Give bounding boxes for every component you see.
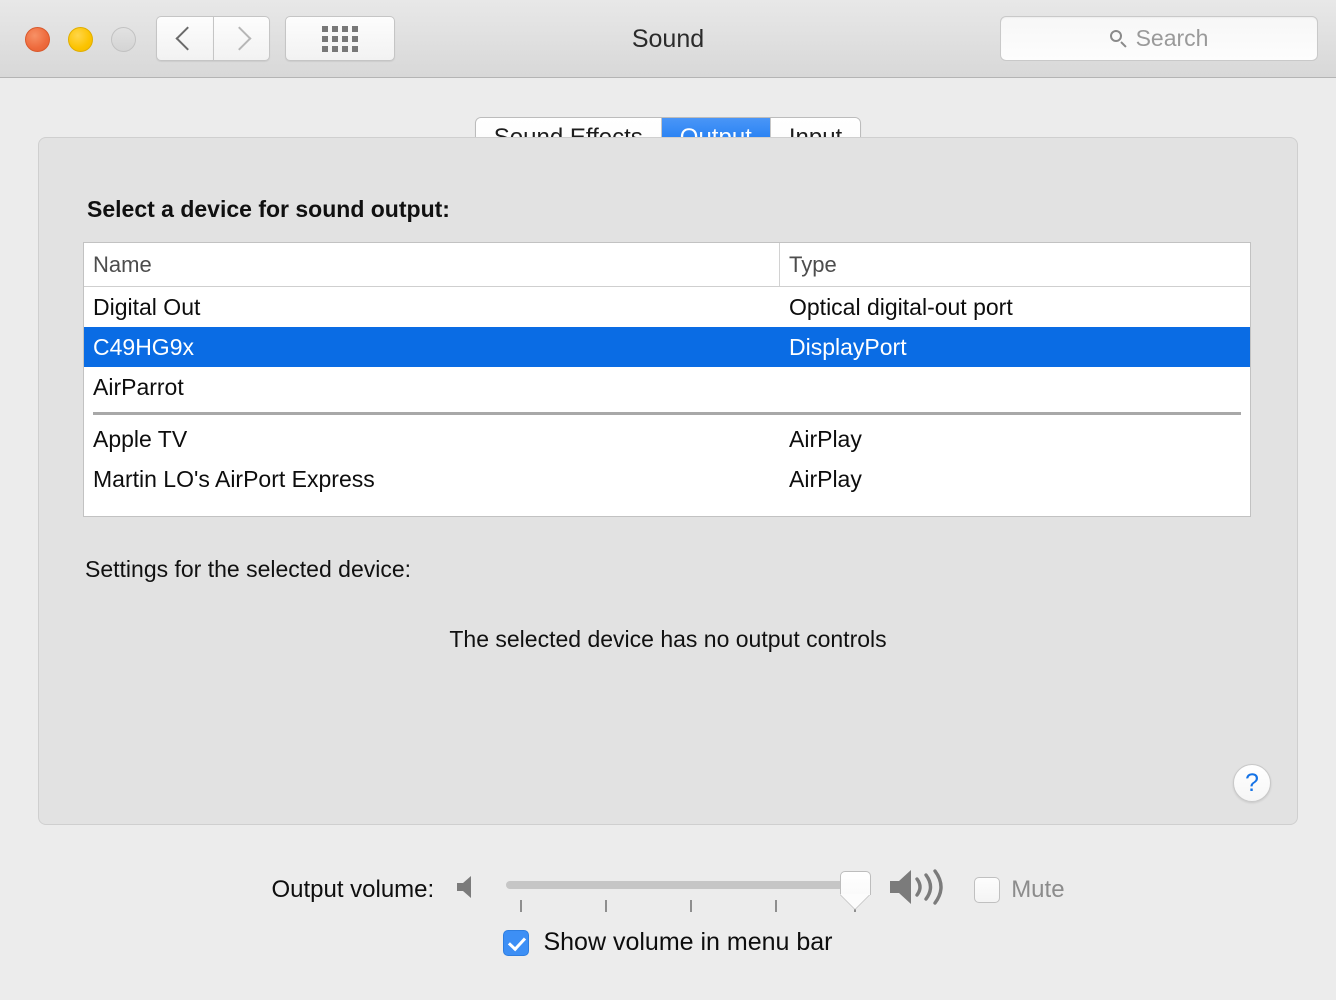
device-name: Apple TV	[93, 425, 188, 452]
grid-icon	[322, 25, 358, 52]
table-row[interactable]: Apple TV AirPlay	[84, 419, 1250, 459]
output-volume-label: Output volume:	[271, 875, 435, 903]
slider-thumb[interactable]	[840, 870, 872, 909]
device-type: DisplayPort	[789, 333, 907, 360]
section-title: Select a device for sound output:	[87, 196, 450, 222]
close-button-icon[interactable]	[25, 27, 50, 52]
speaker-mute-icon	[452, 872, 482, 907]
speaker-loud-icon	[886, 866, 952, 913]
device-name: Martin LO's AirPort Express	[93, 465, 375, 492]
output-panel: Select a device for sound output: Name T…	[38, 137, 1298, 825]
search-input[interactable]: Search	[1000, 16, 1318, 61]
back-button[interactable]	[156, 16, 213, 61]
help-button[interactable]: ?	[1233, 764, 1271, 802]
table-empty-space	[84, 499, 1250, 516]
zoom-button-icon	[111, 27, 136, 52]
column-header-type[interactable]: Type	[780, 243, 1250, 286]
table-row[interactable]: AirParrot	[84, 367, 1250, 407]
table-group-separator	[84, 407, 1250, 419]
sound-preferences-window: Sound Search Sound Effects Output Input …	[0, 0, 1336, 1000]
mute-label: Mute	[1011, 875, 1065, 903]
device-name: Digital Out	[93, 293, 201, 320]
slider-track[interactable]	[506, 880, 863, 889]
minimize-button-icon[interactable]	[68, 27, 93, 52]
settings-label: Settings for the selected device:	[85, 556, 412, 582]
slider-tick-marks	[506, 899, 862, 912]
device-type: AirPlay	[789, 465, 862, 492]
device-name: C49HG9x	[93, 333, 194, 360]
show-volume-row[interactable]: Show volume in menu bar	[0, 928, 1336, 957]
traffic-lights	[25, 27, 136, 52]
mute-checkbox-group[interactable]: Mute	[974, 875, 1065, 904]
chevron-left-icon	[175, 26, 200, 51]
forward-button	[213, 16, 270, 61]
volume-slider[interactable]	[506, 867, 872, 913]
window-titlebar: Sound Search	[0, 0, 1336, 78]
chevron-right-icon	[226, 26, 252, 51]
show-volume-label: Show volume in menu bar	[543, 928, 833, 956]
device-type: AirPlay	[789, 425, 862, 452]
show-volume-checkbox[interactable]	[503, 929, 530, 956]
device-name: AirParrot	[93, 373, 184, 400]
search-icon	[1109, 30, 1127, 47]
no-output-controls-message: The selected device has no output contro…	[449, 626, 887, 652]
table-row[interactable]: Martin LO's AirPort Express AirPlay	[84, 459, 1250, 499]
search-placeholder: Search	[1135, 25, 1209, 51]
device-table: Name Type Digital Out Optical digital-ou…	[83, 242, 1251, 517]
table-header-row: Name Type	[84, 243, 1250, 287]
navigation-buttons	[156, 16, 270, 61]
show-all-button[interactable]	[285, 16, 395, 61]
mute-checkbox[interactable]	[974, 876, 1001, 903]
device-type: Optical digital-out port	[789, 293, 1013, 320]
column-header-name[interactable]: Name	[84, 243, 780, 286]
output-volume-row: Output volume: Mute	[0, 866, 1336, 913]
table-row[interactable]: C49HG9x DisplayPort	[84, 327, 1250, 367]
table-row[interactable]: Digital Out Optical digital-out port	[84, 287, 1250, 327]
